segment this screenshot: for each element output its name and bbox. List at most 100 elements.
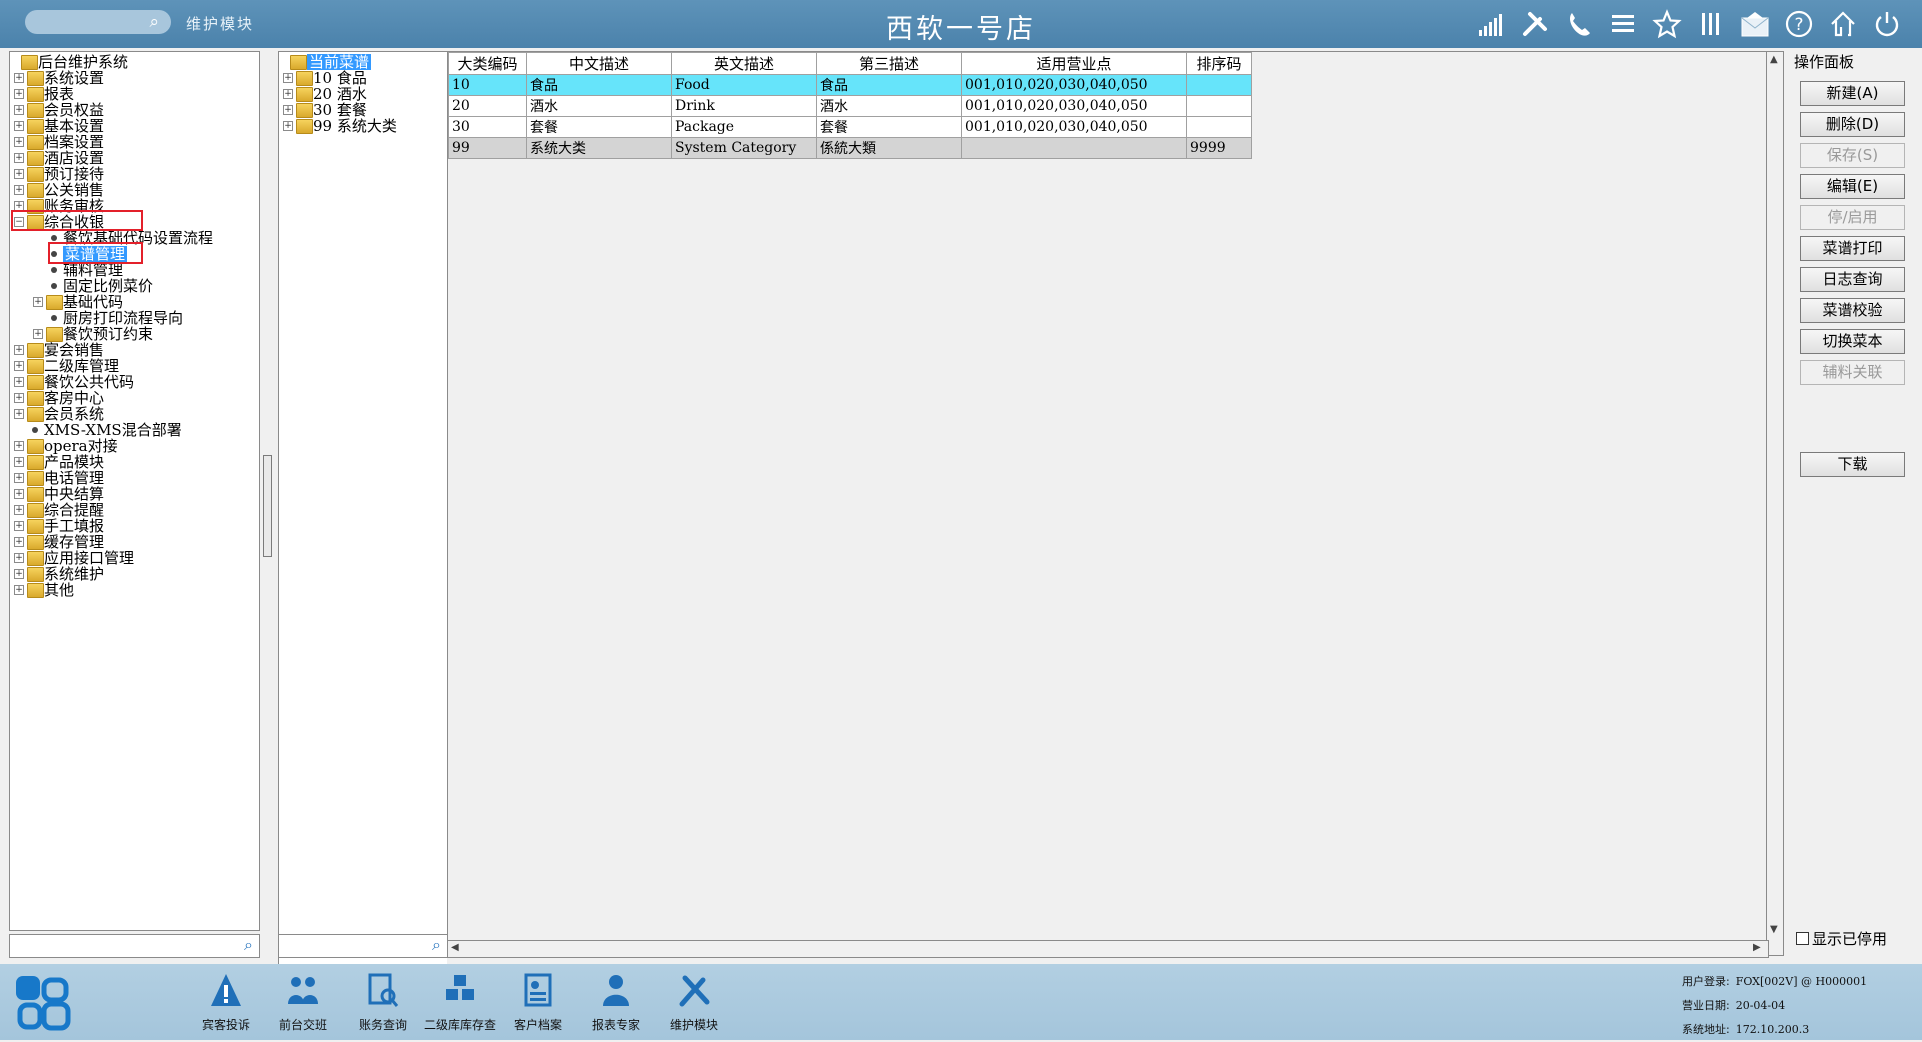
new-button[interactable]: 新建(A) <box>1800 81 1905 106</box>
verify-menu-button[interactable]: 菜谱校验 <box>1800 298 1905 323</box>
show-disabled-checkbox[interactable]: 显示已停用 <box>1796 928 1887 949</box>
toggle-enable-button[interactable]: 停/启用 <box>1800 205 1905 230</box>
tree-node[interactable]: 当前菜谱 <box>279 54 447 70</box>
star-icon[interactable] <box>1650 8 1684 40</box>
cell-code[interactable]: 99 <box>448 137 527 159</box>
tree-node[interactable]: + 会员权益 <box>10 102 259 118</box>
taskbar-report-expert[interactable]: 报表专家 <box>576 972 656 1033</box>
cell-en[interactable]: Drink <box>671 95 817 117</box>
expand-icon[interactable]: + <box>14 537 24 547</box>
tree-search-input[interactable]: ⌕ <box>9 934 260 958</box>
column-header[interactable]: 适用营业点 <box>961 52 1187 75</box>
tree-node[interactable]: + 酒店设置 <box>10 150 259 166</box>
taskbar-maintenance-module[interactable]: 维护模块 <box>654 972 734 1033</box>
tree-node[interactable]: +20 酒水 <box>279 86 447 102</box>
table-row[interactable]: 10 食品 Food 食品 001,010,020,030,040,050 <box>448 74 1252 96</box>
download-button[interactable]: 下载 <box>1800 452 1905 477</box>
taskbar-inventory-query[interactable]: 二级库库存查 <box>420 972 500 1033</box>
scroll-left-icon[interactable]: ◀ <box>451 942 459 953</box>
expand-icon[interactable]: + <box>14 185 24 195</box>
cell-sort[interactable] <box>1186 116 1252 138</box>
edit-button[interactable]: 编辑(E) <box>1800 174 1905 199</box>
power-icon[interactable] <box>1870 8 1904 40</box>
expand-icon[interactable]: + <box>283 73 293 83</box>
column-header[interactable]: 英文描述 <box>671 52 817 75</box>
expand-icon[interactable]: + <box>33 297 43 307</box>
search-icon[interactable]: ⌕ <box>244 935 253 955</box>
expand-icon[interactable]: + <box>14 457 24 467</box>
expand-icon[interactable]: + <box>14 377 24 387</box>
menu-icon[interactable] <box>1606 8 1640 40</box>
tree-node[interactable]: + 手工填报 <box>10 518 259 534</box>
cell-third[interactable]: 酒水 <box>816 95 962 117</box>
column-header[interactable]: 第三描述 <box>816 52 962 75</box>
cell-en[interactable]: Package <box>671 116 817 138</box>
tree-node[interactable]: 固定比例菜价 <box>10 278 259 294</box>
cell-cn[interactable]: 系统大类 <box>526 137 672 159</box>
mail-icon[interactable] <box>1738 8 1772 40</box>
vertical-scrollbar[interactable]: ▲ ▼ <box>1767 51 1784 956</box>
switch-menu-button[interactable]: 切换菜本 <box>1800 329 1905 354</box>
cell-outlets[interactable]: 001,010,020,030,040,050 <box>961 74 1187 96</box>
cell-outlets[interactable]: 001,010,020,030,040,050 <box>961 95 1187 117</box>
expand-icon[interactable]: + <box>14 521 24 531</box>
expand-icon[interactable]: + <box>14 361 24 371</box>
scroll-down-icon[interactable]: ▼ <box>1770 924 1778 935</box>
tree-node[interactable]: + 电话管理 <box>10 470 259 486</box>
expand-icon[interactable]: + <box>14 169 24 179</box>
tree-node[interactable]: + 档案设置 <box>10 134 259 150</box>
expand-icon[interactable]: + <box>283 89 293 99</box>
tree-node[interactable]: 辅料管理 <box>10 262 259 278</box>
tree-node[interactable]: + 其他 <box>10 582 259 598</box>
taskbar-shift-handover[interactable]: 前台交班 <box>263 972 343 1033</box>
aux-link-button[interactable]: 辅料关联 <box>1800 360 1905 385</box>
column-header[interactable]: 中文描述 <box>526 52 672 75</box>
expand-icon[interactable]: + <box>14 585 24 595</box>
horizontal-scrollbar[interactable]: ◀ ▶ <box>447 940 1769 958</box>
cell-cn[interactable]: 酒水 <box>526 95 672 117</box>
tree-node[interactable]: + opera对接 <box>10 438 259 454</box>
expand-icon[interactable]: + <box>14 489 24 499</box>
expand-icon[interactable]: + <box>14 89 24 99</box>
home-icon[interactable] <box>1826 8 1860 40</box>
tools-icon[interactable] <box>1518 8 1552 40</box>
cell-cn[interactable]: 食品 <box>526 74 672 96</box>
cell-third[interactable]: 套餐 <box>816 116 962 138</box>
expand-icon[interactable]: + <box>14 393 24 403</box>
tree-node[interactable]: + 二级库管理 <box>10 358 259 374</box>
tree-node[interactable]: + 基础代码 <box>10 294 259 310</box>
tree-node[interactable]: +10 食品 <box>279 70 447 86</box>
expand-icon[interactable]: + <box>14 345 24 355</box>
help-icon[interactable]: ? <box>1782 8 1816 40</box>
cell-outlets[interactable] <box>961 137 1187 159</box>
scroll-right-icon[interactable]: ▶ <box>1753 942 1761 953</box>
tree-node[interactable]: XMS-XMS混合部署 <box>10 422 259 438</box>
cell-code[interactable]: 20 <box>448 95 527 117</box>
columns-icon[interactable] <box>1694 8 1728 40</box>
cell-cn[interactable]: 套餐 <box>526 116 672 138</box>
cell-third[interactable]: 係統大類 <box>816 137 962 159</box>
tree-node[interactable]: + 会员系统 <box>10 406 259 422</box>
expand-icon[interactable]: + <box>14 105 24 115</box>
tree-node[interactable]: + 客房中心 <box>10 390 259 406</box>
table-row[interactable]: 30 套餐 Package 套餐 001,010,020,030,040,050 <box>448 116 1252 138</box>
search-icon[interactable]: ⌕ <box>432 935 441 955</box>
taskbar-account-query[interactable]: 账务查询 <box>343 972 423 1033</box>
expand-icon[interactable]: + <box>33 329 43 339</box>
expand-icon[interactable]: + <box>14 153 24 163</box>
scroll-up-icon[interactable]: ▲ <box>1770 54 1778 65</box>
expand-icon[interactable]: + <box>14 569 24 579</box>
tree-node[interactable]: + 综合提醒 <box>10 502 259 518</box>
tree-node[interactable]: + 公关销售 <box>10 182 259 198</box>
tree-node[interactable]: + 应用接口管理 <box>10 550 259 566</box>
tree-node[interactable]: + 系统设置 <box>10 70 259 86</box>
phone-icon[interactable] <box>1562 8 1596 40</box>
column-header[interactable]: 大类编码 <box>448 52 527 75</box>
delete-button[interactable]: 删除(D) <box>1800 112 1905 137</box>
tree-node[interactable]: 厨房打印流程导向 <box>10 310 259 326</box>
tree-node[interactable]: + 缓存管理 <box>10 534 259 550</box>
tree-node[interactable]: + 系统维护 <box>10 566 259 582</box>
tree-node[interactable]: + 餐饮公共代码 <box>10 374 259 390</box>
panel-splitter[interactable] <box>263 455 272 557</box>
cell-sort[interactable] <box>1186 95 1252 117</box>
